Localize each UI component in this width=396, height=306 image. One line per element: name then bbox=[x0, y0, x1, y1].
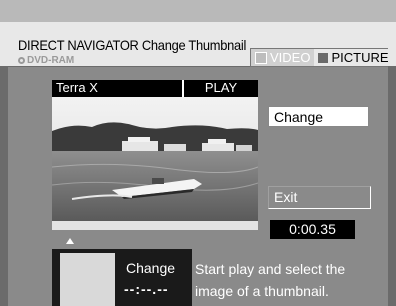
top-band bbox=[0, 0, 396, 22]
mode-video-tab[interactable]: VIDEO bbox=[251, 49, 315, 66]
video-progress-bar bbox=[52, 221, 258, 230]
media-type-text: DVD-RAM bbox=[27, 55, 75, 66]
media-mode-toggle[interactable]: VIDEO PICTURE bbox=[250, 48, 393, 67]
change-button[interactable]: Change bbox=[268, 106, 369, 127]
video-title: Terra X bbox=[56, 80, 98, 95]
mode-video-label: VIDEO bbox=[270, 50, 311, 65]
mode-picture-label: PICTURE bbox=[331, 50, 389, 65]
thumbnail-change-label: Change bbox=[126, 260, 176, 276]
disc-icon bbox=[18, 57, 25, 64]
play-status: PLAY bbox=[182, 80, 258, 97]
help-text: Start play and select the image of a thu… bbox=[195, 261, 346, 299]
position-marker-icon bbox=[66, 238, 74, 244]
thumbnail-slot[interactable] bbox=[60, 253, 115, 306]
picture-square-icon bbox=[318, 52, 329, 63]
video-square-icon bbox=[255, 51, 267, 64]
time-display: 0:00.35 bbox=[270, 220, 355, 239]
thumbnail-time: --:--.-- bbox=[124, 281, 169, 297]
mode-picture-tab[interactable]: PICTURE bbox=[314, 49, 393, 66]
exit-button[interactable]: Exit bbox=[268, 186, 371, 209]
boat-scene-image bbox=[52, 97, 258, 221]
video-frame-image bbox=[52, 97, 258, 221]
media-label: DVD-RAM bbox=[18, 55, 74, 66]
page-title: DIRECT NAVIGATOR Change Thumbnail bbox=[18, 37, 247, 53]
